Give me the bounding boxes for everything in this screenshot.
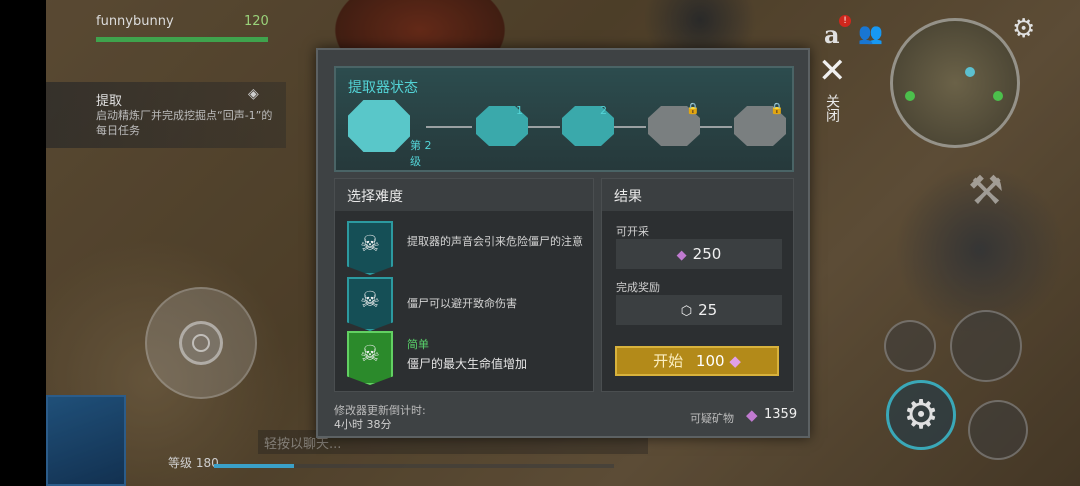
- skull-plus-icon: ☠: [347, 277, 393, 331]
- difficulty-option-medium[interactable]: ☠ 僵尸可以避开致命伤害: [347, 277, 583, 331]
- close-label[interactable]: 关闭: [822, 94, 842, 122]
- stage-label: 1: [516, 104, 523, 117]
- joystick-center-icon: [192, 334, 210, 352]
- settings-gear-icon[interactable]: ⚙: [1012, 14, 1035, 44]
- skull-heart-icon: ☠: [347, 331, 393, 385]
- secondary-action-button[interactable]: [968, 400, 1028, 460]
- difficulty-panel: 选择难度 ☠ 提取器的声音会引来危险僵尸的注意 ☠ 僵尸可以避开致命伤害 ☠ 简…: [334, 178, 594, 392]
- minable-value-box: ◆ 250: [616, 239, 782, 269]
- result-title: 结果: [602, 179, 793, 211]
- difficulty-easy-tag: 简单: [407, 338, 429, 351]
- minimap-marker: [965, 67, 975, 77]
- achievements-icon[interactable]: a: [824, 20, 840, 49]
- lock-icon: 🔒: [770, 102, 784, 115]
- minimap-marker: [905, 91, 915, 101]
- reward-value-box: ⬡ 25: [616, 295, 782, 325]
- start-button[interactable]: 开始 100 ◆: [615, 346, 779, 376]
- difficulty-text: 僵尸的最大生命值增加: [407, 357, 528, 371]
- resource-label: 可疑矿物: [690, 412, 734, 425]
- extractor-dialog: 提取器状态 1 2 🔒 🔒 第 2 级 选择难度 ☠ 提取器的声音会引来危险僵尸: [316, 48, 810, 438]
- skull-icon: ☠: [347, 221, 393, 275]
- health-bar: [96, 37, 268, 42]
- craft-hammer-icon[interactable]: ⚒: [968, 168, 1004, 214]
- quest-description: 启动精炼厂并完成挖掘点“回声-1”的每日任务: [96, 109, 273, 137]
- difficulty-option-hard[interactable]: ☠ 提取器的声音会引来危险僵尸的注意: [347, 221, 583, 275]
- stage-connector: [528, 126, 560, 128]
- difficulty-title: 选择难度: [335, 179, 593, 211]
- player-count: 120: [244, 14, 269, 29]
- start-label: 开始: [653, 352, 684, 370]
- reward-value: 25: [698, 301, 718, 319]
- timer-value: 4小时 38分: [334, 418, 392, 431]
- friends-icon[interactable]: 👥: [858, 21, 883, 45]
- xp-bar: [214, 464, 614, 468]
- difficulty-text: 僵尸可以避开致命伤害: [407, 297, 517, 310]
- interact-gear-button[interactable]: ⚙: [886, 380, 956, 450]
- xp-fill: [214, 464, 294, 468]
- difficulty-text: 提取器的声音会引来危险僵尸的注意: [407, 235, 583, 248]
- mineral-icon: ◆: [746, 406, 758, 424]
- mineral-icon: ◆: [676, 248, 687, 263]
- resource-value: 1359: [764, 407, 798, 422]
- player-name: funnybunny: [96, 14, 174, 29]
- mineral-icon: ◆: [729, 352, 741, 370]
- lock-icon: 🔒: [686, 102, 700, 115]
- weapon-button[interactable]: [950, 310, 1022, 382]
- quest-marker-icon[interactable]: ◈: [248, 86, 259, 102]
- quest-title: 提取: [96, 94, 123, 109]
- reward-label: 完成奖励: [616, 281, 660, 294]
- stage-connector: [426, 126, 472, 128]
- action-button[interactable]: [884, 320, 936, 372]
- stage-connector: [700, 126, 732, 128]
- start-cost: 100: [695, 352, 725, 370]
- left-edge-bar: [0, 0, 46, 486]
- extractor-icon: [348, 100, 410, 152]
- minimap[interactable]: [890, 18, 1020, 148]
- reward-token-icon: ⬡: [680, 304, 693, 319]
- extractor-level-label: 第 2 级: [410, 139, 432, 168]
- level-label: 等级 180: [168, 456, 219, 470]
- close-icon[interactable]: ✕: [818, 54, 847, 88]
- minable-label: 可开采: [616, 225, 649, 238]
- difficulty-option-easy[interactable]: ☠ 简单 僵尸的最大生命值增加: [347, 331, 583, 385]
- minimap-marker: [993, 91, 1003, 101]
- minable-value: 250: [692, 245, 722, 263]
- stage-label: 2: [600, 104, 607, 117]
- status-title: 提取器状态: [348, 80, 418, 96]
- stage-connector: [614, 126, 646, 128]
- notification-badge: !: [839, 15, 851, 27]
- extractor-status-panel: 提取器状态 1 2 🔒 🔒 第 2 级: [334, 66, 794, 172]
